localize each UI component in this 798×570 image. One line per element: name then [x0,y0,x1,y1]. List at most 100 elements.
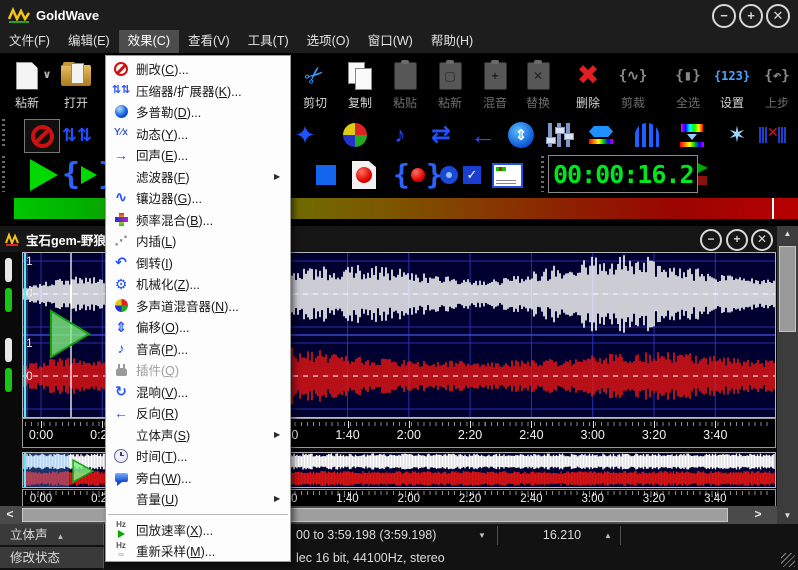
toolbar-cut-button[interactable]: ✂剪切 [293,57,337,111]
toolbar-trim-button[interactable]: {∿}剪裁 [611,57,655,111]
toolbar-previous-step-button[interactable]: {↶}上步 [755,57,798,111]
menubar-item-6[interactable]: 选项(O) [298,30,359,53]
hz-play-icon: Hz [116,521,126,538]
menubar-item-2[interactable]: 编辑(E) [59,30,119,53]
axis-label: 0:00 [29,428,53,442]
status-channel-mode[interactable]: 立体声▲ [0,524,104,546]
doc-close-icon[interactable]: ✕ [751,229,773,251]
toolbar-replace-button[interactable]: ✕替换 [516,57,560,111]
menu-item-14[interactable]: ♪音高(P)... [106,338,290,360]
effects-toolbar-star-button[interactable]: ✦ [288,119,322,151]
up-triangle-icon[interactable]: ▲ [604,524,612,547]
menu-item-5[interactable]: →回声(E)... [106,144,290,166]
toolbar-mix-button[interactable]: +混音 [473,57,517,111]
menu-item-4[interactable]: Y⁄x动态(Y)... [106,123,290,145]
status-selection-range: 00 to 3:59.198 (3:59.198) [296,524,436,547]
doc-icon [16,62,38,90]
vertical-scrollbar[interactable]: ▲ ▼ [777,226,798,524]
close-icon[interactable]: ✕ [766,4,790,28]
menu-item-20[interactable]: 旁白(W)... [106,467,290,489]
voice-bubble-icon [115,473,128,482]
scroll-up-icon[interactable]: ▲ [777,226,798,242]
effects-toolbar-equalizer-button[interactable] [542,119,576,151]
menu-item-11[interactable]: ⚙机械化(Z)... [106,273,290,295]
toolbar-select-all-button[interactable]: {▮}全选 [666,57,710,111]
effects-toolbar-pitch-note-button[interactable]: ♪ [383,119,417,151]
menu-item-12[interactable]: 多声道混音器(N)... [106,295,290,317]
left-channel-button[interactable] [5,288,12,312]
transport-play-button[interactable] [30,157,58,193]
menubar-item-1[interactable]: 文件(F) [0,30,59,53]
scroll-right-icon[interactable]: > [748,506,768,524]
toolbar-paste-new-button[interactable]: ▢粘新 [428,57,472,111]
transport-monitor-button[interactable] [440,157,458,193]
transport-record-selection-button[interactable]: {} [393,157,443,193]
effects-toolbar-reverse-arrow-button[interactable]: ← [466,119,500,151]
menu-item-19[interactable]: 时间(T)... [106,445,290,467]
toolbar-set-selection-button[interactable]: {123}设置 [710,57,754,111]
effects-toolbar-spectrum-arrow-button[interactable] [675,119,709,151]
toolbar-delete-button[interactable]: ✖删除 [566,57,610,111]
effects-toolbar-hexagon-spectrum-button[interactable] [584,119,618,151]
menu-item-16[interactable]: ↻混响(V)... [106,381,290,403]
effects-toolbar-offset-circle-button[interactable]: ⇕ [504,119,538,151]
effects-toolbar-spark-button[interactable]: ✶ [720,119,754,151]
resize-grip[interactable] [781,553,795,567]
transport-record-new-button[interactable] [352,157,376,193]
menu-item-13[interactable]: ⇕偏移(O)... [106,316,290,338]
vertical-scroll-thumb[interactable] [779,246,796,332]
amplitude-label: 1 [26,254,33,268]
effects-toolbar-palette-button[interactable] [338,119,372,151]
effects-toolbar-pipes-button[interactable] [630,119,664,151]
menu-item-9[interactable]: ⋰内插(L) [106,230,290,252]
transport-stop-button[interactable] [316,157,336,193]
toolbar-paste-as-new-dropdown-button[interactable]: ∨ [41,57,53,94]
menu-item-15[interactable]: 插件(Q) [106,359,290,381]
doc-maximize-icon[interactable]: + [726,229,748,251]
menubar-item-3[interactable]: 效果(C) [119,30,179,53]
effects-toolbar-compress-arrows-button[interactable]: ⇅⇅ [60,119,94,151]
menu-item-10[interactable]: ↶倒转(I) [106,252,290,274]
menubar-item-4[interactable]: 查看(V) [179,30,239,53]
menu-item-24[interactable]: Hz∞重新采样(M)... [106,540,290,562]
effects-toolbar-noise-gate-button[interactable]: ✕ [756,119,790,151]
scroll-left-icon[interactable]: < [0,506,20,524]
menu-item-21[interactable]: 音量(U)▶ [106,488,290,510]
transport-check-button[interactable]: ✓ [463,157,481,193]
toolbar-copy-button[interactable]: 复制 [338,57,382,111]
menu-item-2[interactable]: ⇅⇅压缩器/扩展器(K)... [106,80,290,102]
toolbar-grip[interactable] [541,156,544,192]
menubar-item-8[interactable]: 帮助(H) [422,30,482,53]
transport-control-properties-button[interactable] [492,157,523,193]
maximize-icon[interactable]: + [739,4,763,28]
menu-item-18[interactable]: 立体声(S)▶ [106,424,290,446]
toolbar-grip[interactable] [2,156,5,192]
axis-label: 3:20 [643,493,665,505]
left-channel-indicator[interactable] [5,258,12,282]
doc-minimize-icon[interactable]: − [700,229,722,251]
right-channel-button[interactable] [5,368,12,392]
menubar-item-5[interactable]: 工具(T) [239,30,298,53]
menu-item-17[interactable]: ←反向(R) [106,402,290,424]
menu-item-1[interactable]: 删改(C)... [106,58,290,80]
effects-toolbar-split-arrows-button[interactable]: ⇄ [424,119,458,151]
menubar-item-7[interactable]: 窗口(W) [359,30,422,53]
title-bar: GoldWave − + ✕ [0,0,798,30]
effects-toolbar-clipped-button[interactable] [790,119,798,151]
right-channel-indicator[interactable] [5,338,12,362]
monitor-icon [440,166,458,184]
menu-item-7[interactable]: ∿镶边器(G)... [106,187,290,209]
menu-item-23[interactable]: Hz回放速率(X)... [106,519,290,541]
effects-toolbar-no-entry-button[interactable] [24,119,60,153]
toolbar-open-button[interactable]: 打开 [54,57,98,111]
toolbar-paste-button[interactable]: 粘贴 [383,57,427,111]
down-triangle-icon[interactable]: ▼ [478,524,486,547]
menu-item-3[interactable]: 多普勒(D)... [106,101,290,123]
toolbar-grip[interactable] [2,119,5,149]
menu-item-8[interactable]: 频率混合(B)... [106,209,290,231]
minimize-icon[interactable]: − [712,4,736,28]
major-tick [102,421,103,428]
scroll-down-icon[interactable]: ▼ [777,508,798,524]
control-properties-icon [492,163,523,188]
menu-item-6[interactable]: 滤波器(F)▶ [106,166,290,188]
